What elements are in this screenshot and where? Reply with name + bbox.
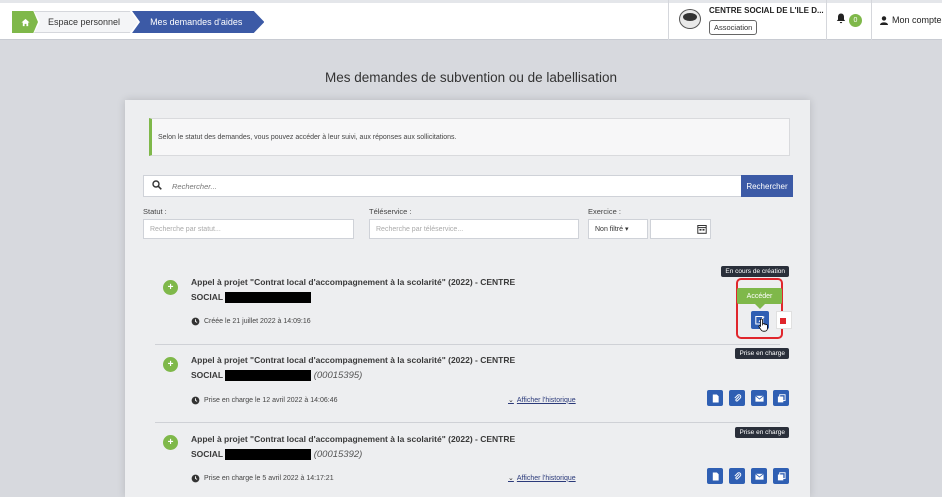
redacted-name xyxy=(225,449,312,461)
account-menu[interactable]: Mon compte xyxy=(871,0,942,40)
search-button[interactable]: Rechercher xyxy=(741,175,793,197)
exercise-filter-select[interactable]: Non filtré ▾ xyxy=(588,219,648,239)
status-filter-input[interactable]: Recherche par statut... xyxy=(143,219,354,239)
user-icon xyxy=(880,15,888,25)
filters-panel: Rechercher Statut : Recherche par statut… xyxy=(143,166,793,252)
chevron-down-icon: ⌄ xyxy=(508,475,514,482)
breadcrumb-home[interactable] xyxy=(12,11,38,33)
expand-row-icon[interactable]: + xyxy=(163,280,178,295)
status-badge: Prise en charge xyxy=(735,348,789,359)
status-label: Statut : xyxy=(143,207,167,216)
attachment-button[interactable] xyxy=(729,390,745,406)
organization-avatar xyxy=(679,9,701,29)
request-date: Prise en charge le 5 avril 2022 à 14:17:… xyxy=(191,474,334,483)
status-badge: En cours de création xyxy=(721,266,789,277)
top-bar: Espace personnel Mes demandes d'aides CE… xyxy=(0,0,942,40)
status-badge: Prise en charge xyxy=(735,427,789,438)
organization-name: CENTRE SOCIAL DE L'ILE D... xyxy=(709,6,824,15)
hand-cursor-icon xyxy=(758,318,768,332)
request-row: + Appel à projet "Contrat local d'accomp… xyxy=(143,345,793,420)
document-button[interactable] xyxy=(707,390,723,406)
copy-button[interactable] xyxy=(773,390,789,406)
notification-count-badge: 0 xyxy=(849,13,862,27)
expand-row-icon[interactable]: + xyxy=(163,357,178,372)
request-title: Appel à projet "Contrat local d'accompag… xyxy=(191,355,516,382)
search-bar: Rechercher xyxy=(143,175,793,197)
exercise-label: Exercice : xyxy=(588,207,621,216)
copy-icon xyxy=(777,393,786,402)
envelope-icon xyxy=(754,394,764,402)
exercise-year-input[interactable] xyxy=(650,219,711,239)
document-icon xyxy=(712,471,719,481)
notifications-button[interactable]: 0 xyxy=(826,0,871,40)
paperclip-icon xyxy=(733,393,741,402)
breadcrumb-current[interactable]: Mes demandes d'aides xyxy=(132,11,265,33)
bell-icon xyxy=(836,13,846,27)
chevron-down-icon: ⌄ xyxy=(508,397,514,404)
request-row: + Appel à projet "Contrat local d'accomp… xyxy=(143,260,793,342)
delete-request-button[interactable] xyxy=(776,311,792,329)
copy-icon xyxy=(777,471,786,480)
clock-icon xyxy=(191,396,200,405)
attachment-button[interactable] xyxy=(729,468,745,484)
request-date: Prise en charge le 12 avril 2022 à 14:06… xyxy=(191,396,337,405)
copy-button[interactable] xyxy=(773,468,789,484)
breadcrumb-personal-space[interactable]: Espace personnel xyxy=(34,11,139,33)
calendar-icon[interactable] xyxy=(697,224,707,234)
tooltip-arrow xyxy=(755,304,765,309)
clock-icon xyxy=(191,317,200,326)
request-date: Créée le 21 juillet 2022 à 14:09:16 xyxy=(191,317,311,326)
message-button[interactable] xyxy=(751,468,767,484)
row-actions xyxy=(707,468,789,484)
account-label: Mon compte xyxy=(892,15,942,25)
organization-type-badge: Association xyxy=(709,20,758,35)
row-actions xyxy=(707,390,789,406)
page-title: Mes demandes de subvention ou de labelli… xyxy=(325,70,617,85)
document-icon xyxy=(712,393,719,403)
clock-icon xyxy=(191,474,200,483)
search-icon xyxy=(152,180,162,190)
request-title: Appel à projet "Contrat local d'accompag… xyxy=(191,277,516,304)
breadcrumb: Espace personnel Mes demandes d'aides xyxy=(12,11,265,33)
organization-switcher[interactable]: CENTRE SOCIAL DE L'ILE D... Association xyxy=(668,0,826,40)
search-input[interactable] xyxy=(172,179,732,193)
request-title: Appel à projet "Contrat local d'accompag… xyxy=(191,434,516,461)
paperclip-icon xyxy=(733,471,741,480)
history-link[interactable]: ⌄ Afficher l'historique xyxy=(508,396,576,405)
request-row: + Appel à projet "Contrat local d'accomp… xyxy=(143,423,793,497)
requests-panel: Selon le statut des demandes, vous pouve… xyxy=(125,100,810,497)
teleservice-filter-input[interactable]: Recherche par téléservice... xyxy=(369,219,579,239)
teleservice-label: Téléservice : xyxy=(369,207,412,216)
expand-row-icon[interactable]: + xyxy=(163,435,178,450)
access-tooltip: Accéder xyxy=(737,288,782,304)
home-icon xyxy=(20,18,30,26)
redacted-name xyxy=(225,370,312,382)
request-reference: (00015392) xyxy=(313,449,363,460)
request-reference: (00015395) xyxy=(313,370,363,381)
envelope-icon xyxy=(754,472,764,480)
info-message: Selon le statut des demandes, vous pouve… xyxy=(149,118,790,156)
message-button[interactable] xyxy=(751,390,767,406)
redacted-name xyxy=(225,292,312,304)
document-button[interactable] xyxy=(707,468,723,484)
history-link[interactable]: ⌄ Afficher l'historique xyxy=(508,474,576,483)
